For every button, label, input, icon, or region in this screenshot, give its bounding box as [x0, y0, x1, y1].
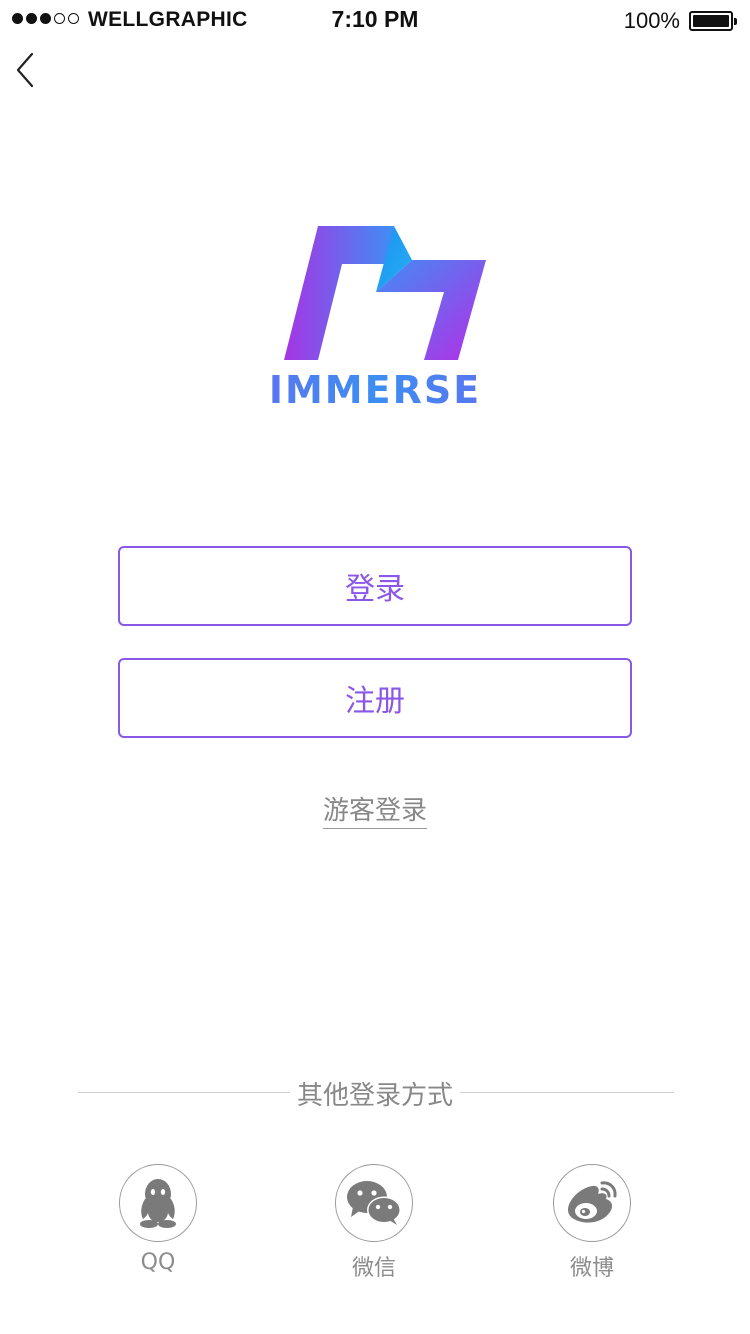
weibo-icon-circle — [553, 1164, 631, 1242]
battery-icon — [689, 11, 737, 31]
immerse-logo-icon — [284, 226, 486, 360]
status-bar: WELLGRAPHIC 7:10 PM 100% — [0, 0, 750, 40]
guest-login-link[interactable]: 游客登录 — [322, 796, 427, 829]
other-login-title: 其他登录方式 — [296, 1081, 453, 1111]
wechat-label: 微信 — [351, 1256, 396, 1281]
guest-login-container: 游客登录 — [0, 790, 750, 829]
back-button[interactable] — [8, 48, 48, 92]
qq-icon — [140, 1179, 176, 1228]
qq-label: QQ — [140, 1250, 176, 1275]
divider-line — [460, 1092, 674, 1093]
chevron-left-icon — [16, 52, 34, 88]
weibo-login-button[interactable]: 微博 — [532, 1164, 652, 1282]
weibo-label: 微博 — [569, 1256, 614, 1281]
register-button[interactable]: 注册 — [118, 658, 632, 738]
wechat-login-button[interactable]: 微信 — [314, 1164, 434, 1282]
battery-percentage: 100% — [623, 8, 680, 33]
login-button[interactable]: 登录 — [118, 546, 632, 626]
qq-icon-circle — [119, 1164, 197, 1242]
weibo-icon — [568, 1181, 617, 1223]
wechat-icon-circle — [335, 1164, 413, 1242]
wechat-icon — [347, 1181, 401, 1225]
qq-login-button[interactable]: QQ — [98, 1164, 218, 1275]
brand-name: IMMERSE — [0, 368, 750, 412]
